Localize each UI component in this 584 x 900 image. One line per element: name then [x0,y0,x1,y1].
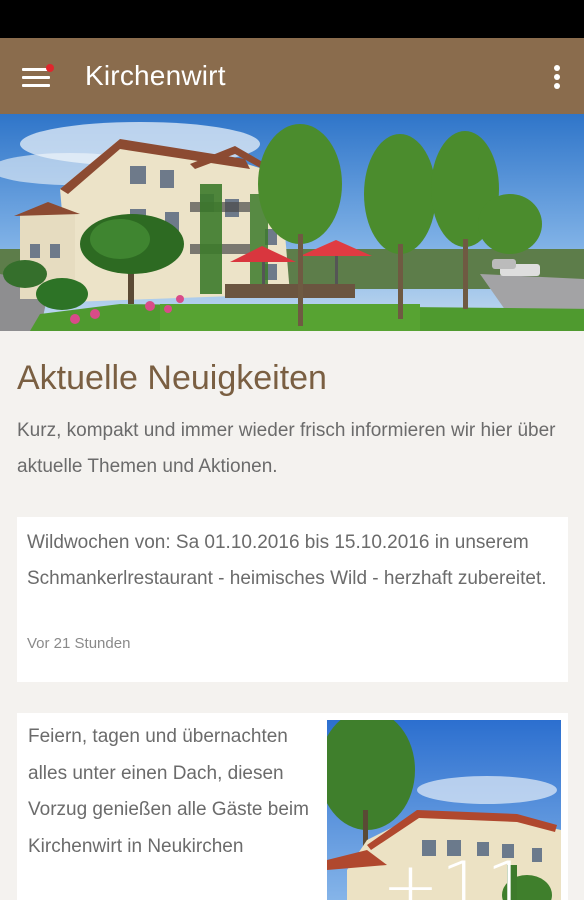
menu-line [22,76,50,79]
news-card-text: Wildwochen von: Sa 01.10.2016 bis 15.10.… [27,532,547,589]
hotel-exterior-photo [0,114,584,331]
section-title: Aktuelle Neuigkeiten [17,359,327,397]
news-card[interactable]: Wildwochen von: Sa 01.10.2016 bis 15.10.… [17,517,568,682]
news-card-text: Feiern, tagen und übernachten alles unte… [28,726,309,857]
hero-image [0,114,584,331]
hamburger-menu-icon[interactable] [16,60,56,94]
overflow-dot [554,83,560,89]
photo-count-badge: +11 [382,848,532,900]
app-bar: Kirchenwirt [0,38,584,114]
overflow-menu-icon[interactable] [544,60,570,94]
status-bar [0,0,584,38]
news-card[interactable]: Feiern, tagen und übernachten alles unte… [17,713,568,900]
overflow-dot [554,65,560,71]
overflow-dot [554,74,560,80]
app-title: Kirchenwirt [85,60,226,91]
menu-line [22,84,50,87]
news-card-photo[interactable]: +11 [327,720,561,900]
notification-dot [46,64,54,72]
news-card-timestamp: Vor 21 Stunden [27,635,131,652]
section-intro: Kurz, kompakt und immer wieder frisch in… [17,420,556,477]
